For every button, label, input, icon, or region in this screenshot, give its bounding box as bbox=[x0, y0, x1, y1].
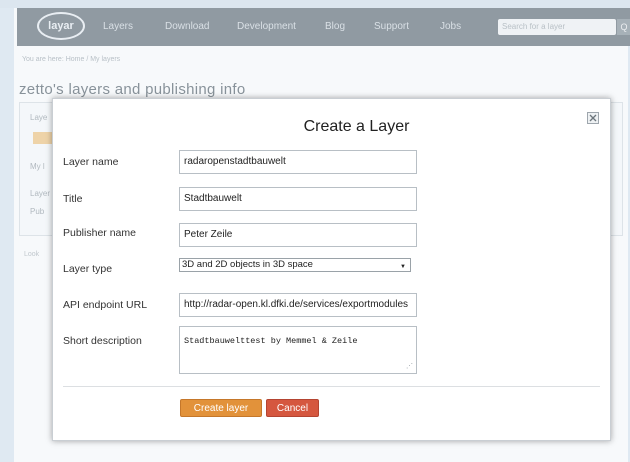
layer-type-value: 3D and 2D objects in 3D space bbox=[182, 259, 313, 270]
layer-name-label: Layer name bbox=[63, 156, 119, 168]
title-label: Title bbox=[63, 193, 83, 205]
create-layer-button[interactable]: Create layer bbox=[180, 399, 262, 417]
title-input[interactable]: Stadtbauwelt bbox=[179, 187, 417, 211]
layer-type-label: Layer type bbox=[63, 263, 113, 275]
close-icon[interactable] bbox=[587, 112, 599, 124]
short-description-label: Short description bbox=[63, 335, 142, 347]
short-description-textarea[interactable]: Stadtbauwelttest by Memmel & Zeile ⋰ bbox=[179, 326, 417, 374]
api-endpoint-input[interactable]: http://radar-open.kl.dfki.de/services/ex… bbox=[179, 293, 417, 317]
api-endpoint-label: API endpoint URL bbox=[63, 299, 148, 311]
layer-name-input[interactable]: radaropenstadtbauwelt bbox=[179, 150, 417, 174]
publisher-name-input[interactable]: Peter Zeile bbox=[179, 223, 417, 247]
resize-grip-icon[interactable]: ⋰ bbox=[406, 362, 413, 371]
publisher-name-label: Publisher name bbox=[63, 227, 136, 239]
chevron-down-icon[interactable]: ▼ bbox=[400, 261, 406, 273]
layer-type-select[interactable]: 3D and 2D objects in 3D space ▼ bbox=[179, 258, 411, 272]
dialog-divider bbox=[63, 386, 600, 387]
create-layer-dialog: Create a Layer Layer name radaropenstadt… bbox=[52, 98, 611, 441]
dialog-title: Create a Layer bbox=[303, 118, 410, 135]
short-description-text: Stadtbauwelttest by Memmel & Zeile bbox=[184, 336, 358, 346]
cancel-button[interactable]: Cancel bbox=[266, 399, 319, 417]
